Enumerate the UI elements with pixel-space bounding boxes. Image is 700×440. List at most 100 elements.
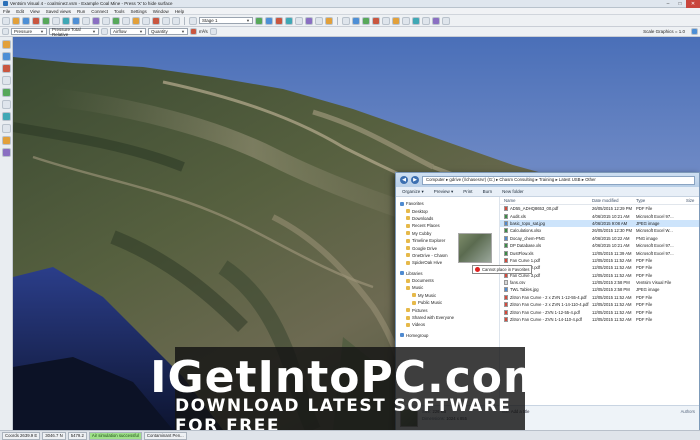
- nav-item-shared-with-everyone[interactable]: Shared with Everyone: [400, 314, 499, 321]
- move-tool-icon[interactable]: [1, 100, 11, 109]
- file-row[interactable]: AD55_ADHQ8653_00.pdf 26/05/2015 12:29 PM P…: [500, 205, 699, 212]
- scale-icon[interactable]: [691, 28, 698, 35]
- burn-button[interactable]: Burn: [483, 189, 493, 194]
- filter-icon[interactable]: [372, 16, 380, 25]
- back-arrow-icon[interactable]: ◀: [400, 176, 408, 184]
- menu-window[interactable]: Window: [153, 9, 169, 14]
- gas-run-icon[interactable]: [295, 16, 303, 25]
- plan-view-icon[interactable]: [82, 16, 90, 25]
- layer-down-icon[interactable]: [189, 16, 197, 25]
- delete-tool-icon[interactable]: [1, 64, 11, 73]
- legend-icon[interactable]: [209, 28, 217, 35]
- view-3d-icon[interactable]: [72, 16, 80, 25]
- nav-item-documents[interactable]: Documents: [400, 277, 499, 284]
- menu-connect[interactable]: Connect: [91, 9, 108, 14]
- redo-icon[interactable]: [42, 16, 50, 25]
- pan-icon[interactable]: [102, 16, 110, 25]
- fan-tool-icon[interactable]: [1, 136, 11, 145]
- select-tool-icon[interactable]: [1, 40, 11, 49]
- file-row[interactable]: Zitron Fan Curve - 2 x ZVN 1-12-55-4.pdf…: [500, 294, 699, 301]
- edit-tool-icon[interactable]: [1, 76, 11, 85]
- nav-item-downloads[interactable]: Downloads: [400, 215, 499, 222]
- address-path[interactable]: Computer ▸ gdrive (\\chasesrvr) (G:) ▸ C…: [422, 175, 695, 185]
- copy-tool-icon[interactable]: [1, 88, 11, 97]
- close-button[interactable]: ✕: [686, 0, 700, 8]
- file-row[interactable]: fans.csv 12/05/2015 2:58 PM Ventsim Visual…: [500, 279, 699, 286]
- file-row[interactable]: TWL Tables.jpg 12/05/2015 2:58 PM JPEG ima…: [500, 286, 699, 293]
- contam-run-icon[interactable]: [275, 16, 283, 25]
- menu-edit[interactable]: Edit: [16, 9, 24, 14]
- file-row[interactable]: Docay_chem-PNG 4/06/2015 10:22 AM PNG imag…: [500, 235, 699, 242]
- copy-icon[interactable]: [162, 16, 170, 25]
- nav-item-my-music[interactable]: My Music: [400, 292, 499, 299]
- color-icon[interactable]: [342, 16, 350, 25]
- column-name-header[interactable]: Name: [500, 198, 592, 203]
- delete-icon[interactable]: [142, 16, 150, 25]
- add-tool-icon[interactable]: [1, 52, 11, 61]
- zoom-icon[interactable]: [62, 16, 70, 25]
- fire-run-icon[interactable]: [315, 16, 323, 25]
- nav-item-pictures[interactable]: Pictures: [400, 306, 499, 313]
- file-row[interactable]: Audit.xls 4/06/2015 10:21 AM Microsoft Exc…: [500, 212, 699, 219]
- open-file-icon[interactable]: [12, 16, 20, 25]
- block-icon[interactable]: [152, 16, 160, 25]
- file-row[interactable]: basic_topo_sat.jpg 4/06/2015 9:08 AM JPEG …: [500, 219, 699, 228]
- nav-item-recent-places[interactable]: Recent Places: [400, 222, 499, 229]
- dynamic-run-icon[interactable]: [285, 16, 293, 25]
- heat-run-icon[interactable]: [265, 16, 273, 25]
- print-button[interactable]: Print: [463, 189, 472, 194]
- undo-icon[interactable]: [32, 16, 40, 25]
- reference-icon[interactable]: [392, 16, 400, 25]
- pressure-total-select[interactable]: Pressure Total Relative ▼: [49, 27, 99, 37]
- unit-icon[interactable]: [190, 28, 197, 35]
- info-tool-icon[interactable]: [1, 124, 11, 133]
- move-icon[interactable]: [172, 16, 180, 25]
- export-icon[interactable]: [432, 16, 440, 25]
- new-file-icon[interactable]: [2, 16, 10, 25]
- maximize-button[interactable]: □: [674, 0, 686, 8]
- menu-saved-views[interactable]: Saved views: [46, 9, 71, 14]
- help-icon[interactable]: [442, 16, 450, 25]
- add-airway-icon[interactable]: [132, 16, 140, 25]
- rotate-icon[interactable]: [92, 16, 100, 25]
- nav-item-public-music[interactable]: Public Music: [400, 299, 499, 306]
- nav-item-music[interactable]: Music: [400, 284, 499, 291]
- forward-arrow-icon[interactable]: ▶: [411, 176, 419, 184]
- column-date-header[interactable]: Date modified: [592, 198, 636, 203]
- menu-settings[interactable]: Settings: [131, 9, 147, 14]
- select-icon[interactable]: [122, 16, 130, 25]
- nav-item-videos[interactable]: Videos: [400, 321, 499, 328]
- pressure-select[interactable]: Pressure ▼: [11, 28, 47, 35]
- data-icon[interactable]: [362, 16, 370, 25]
- diesel-run-icon[interactable]: [325, 16, 333, 25]
- menu-help[interactable]: Help: [175, 9, 184, 14]
- financial-run-icon[interactable]: [305, 16, 313, 25]
- file-row[interactable]: Zitron Fan Curve - ZVN 1-14-110-4.pdf 12/…: [500, 316, 699, 323]
- nav-item-homegroup[interactable]: Homegroup: [400, 332, 499, 339]
- menu-tools[interactable]: Tools: [114, 9, 125, 14]
- airflow-select[interactable]: Airflow ▼: [110, 28, 146, 35]
- minimize-button[interactable]: –: [662, 0, 674, 8]
- file-row[interactable]: Zitron Fan Curve - 2 x ZVN 1-14-110-4.pd…: [500, 301, 699, 308]
- quantity-select[interactable]: Quantity ▼: [148, 28, 188, 35]
- fit-view-icon[interactable]: [112, 16, 120, 25]
- nav-item-favorites[interactable]: Favorites: [400, 200, 499, 207]
- file-row[interactable]: Fan Curve 1.pdf 12/05/2015 11:52 AM PDF Fi…: [500, 257, 699, 264]
- menu-view[interactable]: View: [30, 9, 40, 14]
- new-folder-button[interactable]: New folder: [502, 189, 524, 194]
- animation-icon[interactable]: [412, 16, 420, 25]
- column-type-header[interactable]: Type: [636, 198, 686, 203]
- save-icon[interactable]: [22, 16, 30, 25]
- record-icon[interactable]: [422, 16, 430, 25]
- filter-tool-icon[interactable]: [1, 148, 11, 157]
- file-row[interactable]: DP Database.xls 4/06/2015 10:21 AM Microso…: [500, 242, 699, 249]
- file-row[interactable]: Calculations.xlsx 26/05/2015 12:30 PM Micr…: [500, 227, 699, 234]
- file-row[interactable]: DustFlow.xls 12/05/2015 11:39 AM Microsoft…: [500, 249, 699, 256]
- menu-run[interactable]: Run: [77, 9, 85, 14]
- preview-button[interactable]: Preview ▾: [434, 189, 454, 195]
- print-icon[interactable]: [52, 16, 60, 25]
- block-tool-icon[interactable]: [1, 112, 11, 121]
- grid-icon[interactable]: [382, 16, 390, 25]
- organize-button[interactable]: Organize ▾: [402, 189, 424, 195]
- file-row[interactable]: Zitron Fan Curve - ZVN 1-12-55-4.pdf 12/0…: [500, 308, 699, 315]
